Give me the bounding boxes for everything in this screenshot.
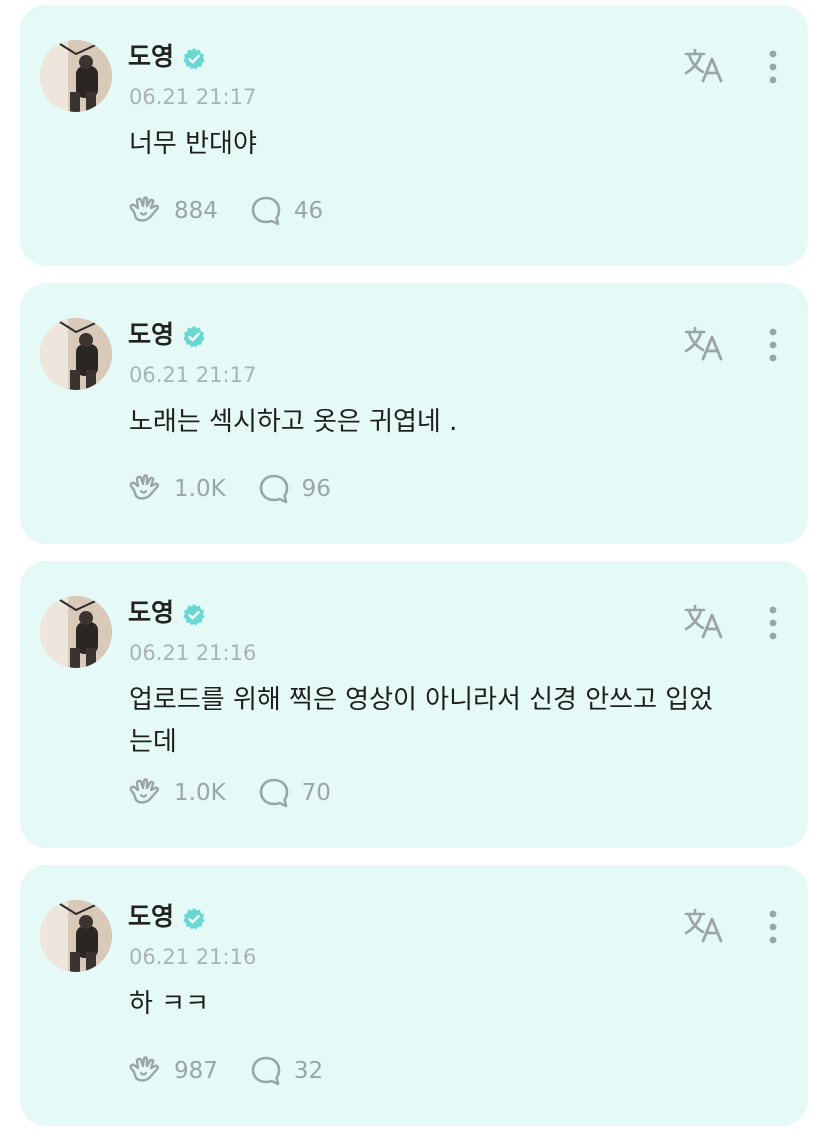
translate-icon[interactable] xyxy=(683,908,725,944)
comment-count: 96 xyxy=(301,476,331,502)
verified-badge-icon xyxy=(182,603,206,627)
avatar[interactable] xyxy=(40,318,112,390)
post-card[interactable]: 도영 06.21 21:16 하 ㅋㅋ 987 32 xyxy=(20,865,808,1126)
post-stats: 1.0K 96 xyxy=(128,472,363,506)
author-name[interactable]: 도영 xyxy=(128,596,174,630)
post-stats: 1.0K 70 xyxy=(128,776,363,810)
comment-bubble-icon xyxy=(250,195,282,227)
translate-icon[interactable] xyxy=(683,604,725,640)
like-hand-icon xyxy=(128,1055,162,1087)
post-timestamp: 06.21 21:17 xyxy=(129,85,257,109)
like-button[interactable]: 1.0K xyxy=(128,472,226,506)
avatar[interactable] xyxy=(40,596,112,668)
like-hand-icon xyxy=(128,195,162,227)
translate-icon[interactable] xyxy=(683,326,725,362)
comment-button[interactable]: 46 xyxy=(250,194,323,228)
post-timestamp: 06.21 21:16 xyxy=(129,945,257,969)
comment-button[interactable]: 70 xyxy=(258,776,331,810)
post-card[interactable]: 도영 06.21 21:17 너무 반대야 884 46 xyxy=(20,5,808,266)
author-name[interactable]: 도영 xyxy=(128,40,174,74)
like-count: 884 xyxy=(174,198,218,224)
avatar[interactable] xyxy=(40,40,112,112)
more-vertical-icon[interactable] xyxy=(760,327,786,363)
comment-bubble-icon xyxy=(258,777,290,809)
comment-count: 70 xyxy=(301,780,331,806)
post-stats: 987 32 xyxy=(128,1054,355,1088)
post-card[interactable]: 도영 06.21 21:17 노래는 섹시하고 옷은 귀엽네 . 1.0K 96 xyxy=(20,283,808,544)
post-feed: 도영 06.21 21:17 너무 반대야 884 46 도영 06.21 21… xyxy=(0,0,828,1142)
more-vertical-icon[interactable] xyxy=(760,605,786,641)
verified-badge-icon xyxy=(182,325,206,349)
comment-count: 32 xyxy=(293,1058,324,1084)
author-name[interactable]: 도영 xyxy=(128,318,174,352)
like-hand-icon xyxy=(128,777,162,809)
translate-icon[interactable] xyxy=(683,48,725,84)
post-text: 노래는 섹시하고 옷은 귀엽네 . xyxy=(129,407,458,437)
post-card[interactable]: 도영 06.21 21:16 업로드를 위해 찍은 영상이 아니라서 신경 안쓰… xyxy=(20,561,808,848)
more-vertical-icon[interactable] xyxy=(760,909,786,945)
post-timestamp: 06.21 21:17 xyxy=(129,363,257,387)
like-button[interactable]: 987 xyxy=(128,1054,218,1088)
comment-button[interactable]: 96 xyxy=(258,472,331,506)
comment-bubble-icon xyxy=(250,1055,282,1087)
verified-badge-icon xyxy=(182,47,206,71)
like-button[interactable]: 1.0K xyxy=(128,776,226,810)
like-button[interactable]: 884 xyxy=(128,194,218,228)
more-vertical-icon[interactable] xyxy=(760,49,786,85)
avatar[interactable] xyxy=(40,900,112,972)
like-count: 987 xyxy=(174,1058,218,1084)
verified-badge-icon xyxy=(182,907,206,931)
post-stats: 884 46 xyxy=(128,194,355,228)
like-count: 1.0K xyxy=(174,780,226,806)
author-name[interactable]: 도영 xyxy=(128,900,174,934)
comment-count: 46 xyxy=(293,198,324,224)
post-text: 업로드를 위해 찍은 영상이 아니라서 신경 안쓰고 입었는데 xyxy=(129,685,714,757)
comment-button[interactable]: 32 xyxy=(250,1054,323,1088)
like-count: 1.0K xyxy=(174,476,226,502)
post-timestamp: 06.21 21:16 xyxy=(129,641,257,665)
comment-bubble-icon xyxy=(258,473,290,505)
post-text: 너무 반대야 xyxy=(129,129,257,159)
like-hand-icon xyxy=(128,473,162,505)
post-text: 하 ㅋㅋ xyxy=(129,989,210,1019)
